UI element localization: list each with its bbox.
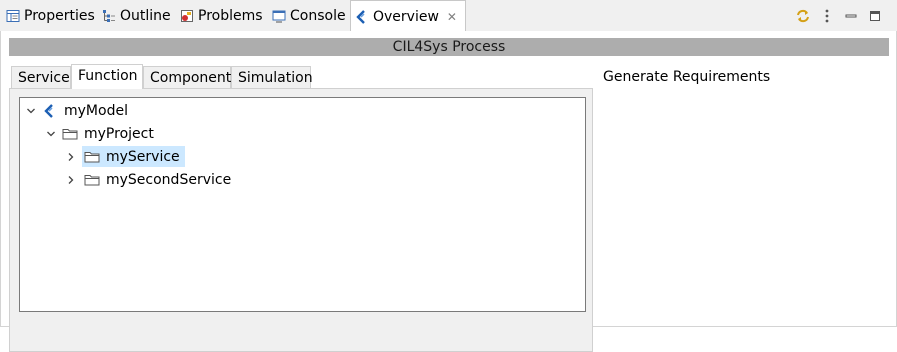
chevron-right-icon[interactable] [64, 173, 78, 187]
tab-label: Outline [120, 7, 171, 24]
tree-item-label: myModel [64, 102, 128, 119]
tab-service[interactable]: Service [11, 66, 71, 88]
folder-icon [84, 150, 100, 164]
process-tab-folder: Service Function Component Simulation my… [9, 64, 593, 352]
generate-requirements-label: Generate Requirements [603, 69, 771, 85]
sync-icon[interactable] [791, 4, 815, 28]
tab-function[interactable]: Function [71, 64, 143, 89]
chevron-down-icon[interactable] [24, 104, 38, 118]
problems-icon [180, 9, 194, 23]
maximize-icon[interactable] [863, 4, 887, 28]
close-icon[interactable]: ✕ [447, 10, 457, 24]
view-menu-icon[interactable] [815, 4, 839, 28]
tab-console[interactable]: Console [272, 0, 346, 31]
view-toolbar [791, 0, 887, 31]
folder-icon [84, 173, 100, 187]
tab-overview[interactable]: Overview ✕ [350, 0, 466, 32]
folder-icon [62, 127, 78, 141]
tab-label: Problems [198, 7, 263, 24]
outline-icon [102, 9, 116, 23]
tree-item-myproject[interactable]: myProject [44, 123, 156, 144]
tree-item-label: mySecondService [106, 171, 232, 188]
tree-item-label: myService [106, 148, 180, 165]
overview-icon [355, 9, 369, 24]
minimize-icon[interactable] [839, 4, 863, 28]
chevron-down-icon[interactable] [44, 127, 58, 141]
function-tab-body: myModel myProject myService mySecondServ… [9, 88, 593, 352]
tab-outline[interactable]: Outline [102, 0, 171, 31]
tab-label: Properties [24, 7, 95, 24]
tab-simulation[interactable]: Simulation [231, 66, 313, 88]
properties-icon [6, 9, 20, 23]
process-title: CIL4Sys Process [9, 38, 889, 56]
view-tab-bar: Properties Outline Problems Console Over… [0, 0, 897, 32]
tab-properties[interactable]: Properties [6, 0, 95, 31]
console-icon [272, 9, 286, 23]
tab-component[interactable]: Component [143, 66, 231, 88]
tree-item-myservice[interactable]: myService [64, 146, 185, 167]
model-icon [42, 103, 58, 118]
tree-item-mysecondservice[interactable]: mySecondService [64, 169, 233, 190]
tree-item-label: myProject [84, 125, 154, 142]
tab-label: Console [290, 7, 346, 24]
tab-problems[interactable]: Problems [180, 0, 263, 31]
model-tree[interactable]: myModel myProject myService mySecondServ… [19, 97, 586, 312]
chevron-right-icon[interactable] [64, 150, 78, 164]
selection-highlight: myService [82, 146, 185, 167]
tree-item-mymodel[interactable]: myModel [24, 100, 130, 121]
overview-view: CIL4Sys Process Service Function Compone… [0, 31, 897, 352]
tab-label: Overview [373, 8, 439, 25]
